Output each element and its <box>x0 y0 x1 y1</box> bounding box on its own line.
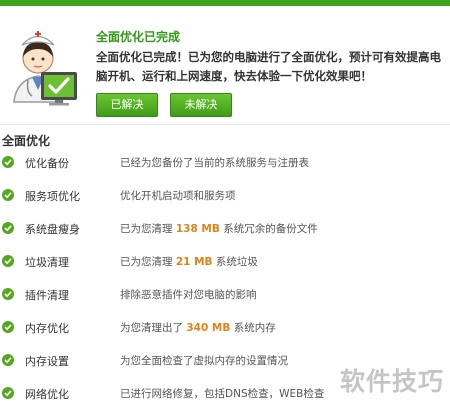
check-icon <box>2 189 14 201</box>
item-value: 21 MB <box>175 256 213 268</box>
item-text: 已为您清理 138 MB 系统冗余的备份文件 <box>120 221 318 236</box>
check-icon <box>2 156 14 168</box>
doctor-computer-icon <box>8 24 78 106</box>
item-name: 网络优化 <box>25 388 69 401</box>
item-name: 垃圾清理 <box>25 256 69 269</box>
page-title: 全面优化已完成 <box>96 30 181 44</box>
item-text-after: 系统内存 <box>233 322 276 334</box>
item-text: 排除恶意插件对您电脑的影响 <box>120 289 257 301</box>
list-item: 优化备份 已经为您备份了当前的系统服务与注册表 <box>0 146 450 179</box>
item-text: 已为您清理 21 MB 系统垃圾 <box>120 254 258 269</box>
item-name: 内存优化 <box>25 322 69 335</box>
item-text-after: 系统垃圾 <box>215 256 258 268</box>
item-text-before: 已为您清理 <box>120 256 173 268</box>
unresolved-button[interactable]: 未解决 <box>170 93 232 117</box>
list-item: 系统盘瘦身 已为您清理 138 MB 系统冗余的备份文件 <box>0 212 450 245</box>
list-item: 服务项优化 优化开机启动项和服务项 <box>0 179 450 212</box>
check-icon <box>2 255 14 267</box>
list-item: 垃圾清理 已为您清理 21 MB 系统垃圾 <box>0 245 450 278</box>
list-item: 插件清理 排除恶意插件对您电脑的影响 <box>0 278 450 311</box>
check-icon <box>2 222 14 234</box>
result-description: 全面优化已完成！已为您的电脑进行了全面优化，预计可有效提高电脑开机、运行和上网速… <box>96 50 441 83</box>
item-text-before: 已为您清理 <box>120 223 173 235</box>
item-text: 已进行网络修复，包括DNS检查，WEB检查 <box>120 388 325 400</box>
item-text-after: 系统冗余的备份文件 <box>223 223 318 235</box>
resolved-button[interactable]: 已解决 <box>96 93 158 117</box>
item-name: 插件清理 <box>25 289 69 302</box>
item-text: 为您清理出了 340 MB 系统内存 <box>120 320 276 335</box>
check-icon <box>2 288 14 300</box>
item-text: 优化开机启动项和服务项 <box>120 190 236 202</box>
list-item: 内存优化 为您清理出了 340 MB 系统内存 <box>0 311 450 344</box>
result-header: 全面优化已完成 全面优化已完成！已为您的电脑进行了全面优化，预计可有效提高电脑开… <box>0 6 450 125</box>
item-value: 340 MB <box>186 322 231 334</box>
check-icon <box>2 354 14 366</box>
item-text-before: 为您清理出了 <box>120 322 183 334</box>
item-name: 优化备份 <box>25 157 69 170</box>
item-name: 内存设置 <box>25 355 69 368</box>
watermark: 软件技巧 <box>339 367 444 396</box>
item-name: 服务项优化 <box>25 190 80 203</box>
check-icon <box>2 321 14 333</box>
item-text: 已经为您备份了当前的系统服务与注册表 <box>120 157 309 169</box>
item-text: 为您全面检查了虚拟内存的设置情况 <box>120 355 288 367</box>
item-value: 138 MB <box>175 223 220 235</box>
header-divider <box>0 124 450 125</box>
check-icon <box>2 387 14 399</box>
item-name: 系统盘瘦身 <box>25 223 80 236</box>
